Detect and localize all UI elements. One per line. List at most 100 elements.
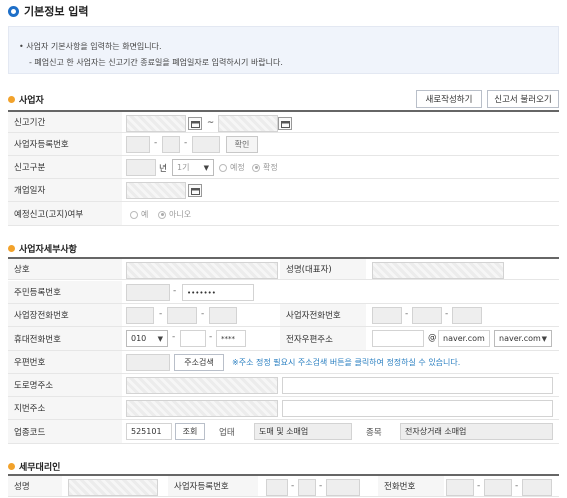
period-end-input[interactable]: [218, 115, 278, 132]
label-open-date: 개업일자: [8, 179, 122, 201]
calendar-icon[interactable]: [188, 184, 202, 197]
owner-phone-1-input[interactable]: [372, 307, 402, 324]
radio-no[interactable]: 아니오: [158, 209, 191, 220]
section-business-title: 사업자: [8, 93, 44, 106]
row-brn: 사업자등록번호 - - 확인: [8, 133, 559, 156]
dash: -: [209, 332, 213, 342]
industry-code-input[interactable]: 525101: [126, 423, 172, 440]
radio-estimate[interactable]: 예정: [219, 162, 245, 173]
ceo-input[interactable]: [372, 262, 504, 279]
label-agent-phone: 전화번호: [378, 476, 444, 496]
dash: -: [201, 309, 205, 319]
biz-phone-3-input[interactable]: [209, 307, 237, 324]
lot-address-input[interactable]: [126, 400, 278, 417]
label-lot-address: 지번주소: [8, 397, 122, 419]
agent-brn-1-input[interactable]: [266, 479, 288, 496]
label-estimate: 예정신고(고지)여부: [8, 202, 122, 225]
calendar-icon[interactable]: [188, 117, 202, 130]
row-tax-agent: 성명 사업자등록번호 - - 전화번호 - -: [8, 474, 559, 497]
agent-brn-2-input[interactable]: [298, 479, 316, 496]
road-address-detail-input[interactable]: [282, 377, 553, 394]
item-value: 전자상거래 소매업: [400, 423, 553, 440]
section-bullet-icon: [8, 96, 15, 103]
section-bullet-icon: [8, 245, 15, 252]
biz-phone-1-input[interactable]: [126, 307, 154, 324]
address-notice: ※주소 정정 필요시 주소검색 버튼을 클릭하여 정정하실 수 있습니다.: [232, 358, 461, 367]
agent-phone-1-input[interactable]: [446, 479, 474, 496]
section-detail-title-text: 사업자세부사항: [19, 245, 77, 255]
row-estimate-notice: 예정신고(고지)여부 예 아니오: [8, 202, 559, 226]
owner-phone-2-input[interactable]: [412, 307, 442, 324]
chevron-down-icon: ▼: [157, 334, 163, 343]
agent-name-input[interactable]: [68, 479, 158, 496]
chevron-down-icon: ▼: [203, 163, 209, 172]
row-zip: 우편번호 주소검색 ※주소 정정 필요시 주소검색 버튼을 클릭하여 정정하실 …: [8, 351, 559, 374]
chevron-down-icon: ▼: [541, 334, 547, 343]
email-domain-input[interactable]: naver.com: [438, 330, 490, 347]
radio-estimate-label: 예정: [230, 163, 245, 172]
dash: -: [154, 138, 158, 148]
industry-lookup-button[interactable]: 조회: [175, 423, 205, 440]
load-form-button[interactable]: 신고서 불러오기: [487, 90, 559, 108]
info-line-2: - 폐업신고 한 사업자는 신고기간 종료일을 폐업일자로 입력하시기 바랍니다…: [29, 58, 283, 67]
lot-address-detail-input[interactable]: [282, 400, 553, 417]
radio-yes[interactable]: 예: [130, 209, 148, 220]
info-box: • 사업자 기본사항을 입력하는 화면입니다. - 폐업신고 한 사업자는 신고…: [8, 26, 559, 74]
email-domain-select[interactable]: naver.com ▼: [494, 330, 552, 347]
section-business-title-text: 사업자: [19, 96, 44, 106]
year-input[interactable]: [126, 159, 156, 176]
radio-circle: [252, 163, 260, 172]
dash: -: [159, 309, 163, 319]
period-start-input[interactable]: [126, 115, 186, 132]
dash: -: [405, 309, 409, 319]
new-form-button[interactable]: 새로작성하기: [416, 90, 482, 108]
owner-phone-3-input[interactable]: [452, 307, 482, 324]
mobile-prefix-select[interactable]: 010 ▼: [126, 330, 168, 347]
mobile-last-input[interactable]: ****: [216, 330, 246, 347]
page-title: 기본정보 입력: [8, 3, 89, 19]
mobile-middle-input[interactable]: [180, 330, 206, 347]
dash: -: [515, 481, 519, 491]
title-bullet-icon: [8, 5, 19, 17]
rrn-front-input[interactable]: [126, 284, 170, 301]
agent-phone-3-input[interactable]: [522, 479, 552, 496]
open-date-input[interactable]: [126, 182, 186, 199]
brn-confirm-button[interactable]: 확인: [226, 136, 258, 153]
address-search-button[interactable]: 주소검색: [174, 354, 224, 371]
label-agent-brn: 사업자등록번호: [168, 476, 258, 496]
radio-circle: [130, 210, 138, 219]
radio-yes-label: 예: [141, 210, 149, 219]
label-period: 신고기간: [8, 112, 122, 132]
company-input[interactable]: [126, 262, 278, 279]
dash: -: [184, 138, 188, 148]
row-mobile: 휴대전화번호 010 ▼ - - **** 전자우편주소 @ naver.com…: [8, 327, 559, 351]
dash: -: [445, 309, 449, 319]
term-select[interactable]: 1기 ▼: [172, 159, 214, 176]
brn-part2-input[interactable]: [162, 136, 180, 153]
biz-phone-2-input[interactable]: [167, 307, 197, 324]
rrn-back-input[interactable]: •••••••: [182, 284, 254, 301]
road-address-input[interactable]: [126, 377, 278, 394]
email-id-input[interactable]: [372, 330, 424, 347]
label-company: 상호: [8, 259, 122, 279]
dash: -: [291, 481, 295, 491]
row-period: 신고기간 ~: [8, 110, 559, 133]
page-title-text: 기본정보 입력: [24, 5, 89, 18]
info-line-1: • 사업자 기본사항을 입력하는 화면입니다.: [19, 42, 162, 51]
brn-part1-input[interactable]: [126, 136, 150, 153]
agent-brn-3-input[interactable]: [326, 479, 360, 496]
label-rrn: 주민등록번호: [8, 281, 122, 303]
label-owner-phone: 사업자전화번호: [280, 304, 366, 326]
label-zip: 우편번호: [8, 351, 122, 373]
dash: -: [172, 332, 176, 342]
section-tax-agent-title-text: 세무대리인: [19, 463, 61, 473]
zip-input[interactable]: [126, 354, 170, 371]
brn-part3-input[interactable]: [192, 136, 220, 153]
label-ceo: 성명(대표자): [280, 259, 366, 279]
radio-final-label: 확정: [263, 163, 278, 172]
term-select-value: 1기: [177, 163, 190, 172]
radio-final[interactable]: 확정: [252, 162, 278, 173]
agent-phone-2-input[interactable]: [484, 479, 512, 496]
row-company: 상호 성명(대표자): [8, 257, 559, 280]
calendar-icon[interactable]: [278, 117, 292, 130]
